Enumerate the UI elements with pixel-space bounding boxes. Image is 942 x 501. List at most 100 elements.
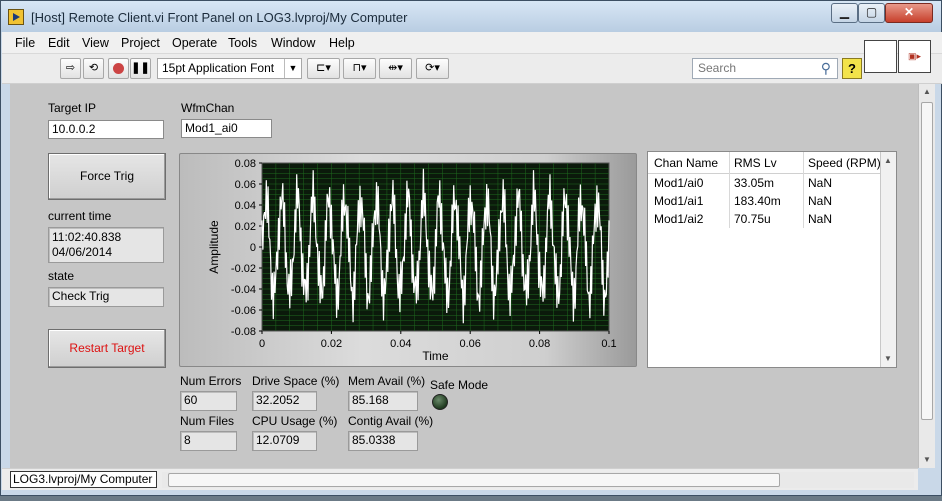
cpu-usage-label: CPU Usage (%) — [252, 414, 338, 428]
safe-mode-label: Safe Mode — [430, 378, 489, 392]
distribute-icon[interactable]: ⊓▾ — [343, 58, 376, 79]
y-tick-label: 0.06 — [235, 179, 256, 191]
wfmchan-label: WfmChan — [181, 101, 235, 115]
application-window: [Host] Remote Client.vi Front Panel on L… — [0, 0, 942, 496]
table-cell[interactable]: NaN — [808, 212, 832, 226]
table-cell[interactable]: 33.05m — [734, 176, 774, 190]
contig-avail-label: Contig Avail (%) — [348, 414, 434, 428]
current-time-date: 04/06/2014 — [52, 245, 113, 259]
table-cell[interactable]: 183.40m — [734, 194, 781, 208]
toolbar: ⇨ ⟲ ❚❚ 15pt Application Font ▼ ⊏▾ ⊓▾ ⇹▾ ⟳… — [2, 54, 942, 84]
column-divider — [803, 152, 804, 228]
window-title: [Host] Remote Client.vi Front Panel on L… — [31, 10, 408, 25]
channel-table[interactable]: Chan Name RMS Lv Speed (RPM) Mod1/ai0 33… — [647, 151, 897, 368]
search-icon[interactable]: ⚲ — [821, 59, 831, 78]
mem-avail-label: Mem Avail (%) — [348, 374, 426, 388]
table-cell[interactable]: NaN — [808, 194, 832, 208]
resize-icon[interactable]: ⇹▾ — [379, 58, 412, 79]
status-bar: LOG3.lvproj/My Computer — [2, 468, 918, 490]
x-tick-label: 0 — [259, 338, 265, 350]
current-time-indicator: 11:02:40.838 04/06/2014 — [48, 227, 164, 263]
labview-vi-icon — [8, 9, 24, 25]
scroll-down-icon[interactable]: ▼ — [884, 354, 892, 363]
contig-avail-indicator: 85.0338 — [348, 431, 418, 451]
font-selector-value: 15pt Application Font — [162, 61, 275, 75]
state-label: state — [48, 269, 75, 283]
waveform-graph[interactable]: 0.08 0.06 0.04 0.02 0 -0.02 -0.04 -0.06 -0.08 0 0.… — [179, 153, 637, 367]
menu-project[interactable]: Project — [121, 36, 160, 50]
title-bar: [Host] Remote Client.vi Front Panel on L… — [1, 1, 941, 32]
menu-bar: File Edit View Project Operate Tools Win… — [2, 32, 942, 54]
num-errors-indicator: 60 — [180, 391, 237, 411]
minimize-button[interactable]: ▁ — [831, 3, 858, 23]
restart-target-button[interactable]: Restart Target — [48, 329, 166, 368]
drive-space-indicator: 32.2052 — [252, 391, 317, 411]
font-selector[interactable]: 15pt Application Font ▼ — [157, 58, 302, 79]
connector-pane-icon[interactable] — [864, 40, 897, 73]
table-cell[interactable]: 70.75u — [734, 212, 771, 226]
scroll-up-icon[interactable]: ▲ — [884, 156, 892, 165]
y-tick-label: 0.02 — [235, 221, 256, 233]
application-instance-selector[interactable]: LOG3.lvproj/My Computer — [10, 471, 157, 488]
mem-avail-indicator: 85.168 — [348, 391, 418, 411]
menu-operate[interactable]: Operate — [172, 36, 217, 50]
x-tick-label: 0.06 — [459, 338, 480, 350]
y-axis-label: Amplitude — [207, 220, 221, 274]
menu-view[interactable]: View — [82, 36, 109, 50]
current-time-time: 11:02:40.838 — [52, 230, 122, 244]
column-divider — [729, 152, 730, 228]
wfmchan-input[interactable]: Mod1_ai0 — [181, 119, 272, 138]
safe-mode-led — [432, 394, 448, 410]
reorder-icon[interactable]: ⟳▾ — [416, 58, 449, 79]
panel-horizontal-scrollbar[interactable] — [162, 472, 914, 488]
scroll-thumb[interactable] — [168, 473, 780, 487]
run-arrow-icon[interactable]: ⇨ — [60, 58, 81, 79]
align-icon[interactable]: ⊏▾ — [307, 58, 340, 79]
num-files-label: Num Files — [180, 414, 235, 428]
current-time-label: current time — [48, 209, 112, 223]
y-tick-label: -0.02 — [231, 263, 256, 275]
table-header-speed: Speed (RPM) — [808, 156, 881, 170]
table-cell[interactable]: Mod1/ai2 — [654, 212, 703, 226]
close-button[interactable]: ✕ — [885, 3, 933, 23]
menu-window[interactable]: Window — [271, 36, 315, 50]
abort-icon[interactable] — [108, 58, 129, 79]
menu-edit[interactable]: Edit — [48, 36, 70, 50]
force-trig-button[interactable]: Force Trig — [48, 153, 166, 200]
y-tick-label: -0.08 — [231, 326, 256, 338]
target-ip-label: Target IP — [48, 101, 97, 115]
chevron-down-icon: ▼ — [284, 59, 301, 78]
scroll-thumb[interactable] — [921, 102, 933, 420]
table-cell[interactable]: Mod1/ai0 — [654, 176, 703, 190]
y-tick-label: -0.04 — [231, 284, 256, 296]
y-tick-label: 0 — [250, 242, 256, 254]
table-cell[interactable]: NaN — [808, 176, 832, 190]
menu-help[interactable]: Help — [329, 36, 355, 50]
target-ip-input[interactable]: 10.0.0.2 — [48, 120, 164, 139]
vi-icon[interactable]: ▣▸ — [898, 40, 931, 73]
run-continuous-icon[interactable]: ⟲ — [83, 58, 104, 79]
maximize-button[interactable]: ▢ — [858, 3, 885, 23]
x-tick-label: 0.08 — [529, 338, 550, 350]
search-input[interactable]: Search ⚲ — [692, 58, 838, 79]
scroll-up-icon[interactable]: ▲ — [919, 84, 935, 100]
x-tick-label: 0.04 — [390, 338, 411, 350]
y-tick-label: -0.06 — [231, 305, 256, 317]
panel-vertical-scrollbar[interactable]: ▲ ▼ — [918, 84, 935, 468]
x-axis-label: Time — [422, 349, 449, 363]
scroll-down-icon[interactable]: ▼ — [919, 452, 935, 468]
drive-space-label: Drive Space (%) — [252, 374, 340, 388]
context-help-button[interactable]: ? — [842, 58, 862, 79]
menu-file[interactable]: File — [15, 36, 35, 50]
table-header-rms: RMS Lv — [734, 156, 777, 170]
cpu-usage-indicator: 12.0709 — [252, 431, 317, 451]
waveform-chart-svg: 0.080.060.040.020-0.02-0.04-0.06-0.080 0.… — [207, 158, 617, 363]
x-tick-label: 0.1 — [601, 338, 616, 350]
state-indicator: Check Trig — [48, 287, 164, 307]
menu-tools[interactable]: Tools — [228, 36, 257, 50]
pause-icon[interactable]: ❚❚ — [130, 58, 151, 79]
x-tick-label: 0.02 — [321, 338, 342, 350]
num-errors-label: Num Errors — [180, 374, 242, 388]
table-scrollbar[interactable]: ▲ ▼ — [880, 152, 896, 367]
table-cell[interactable]: Mod1/ai1 — [654, 194, 703, 208]
